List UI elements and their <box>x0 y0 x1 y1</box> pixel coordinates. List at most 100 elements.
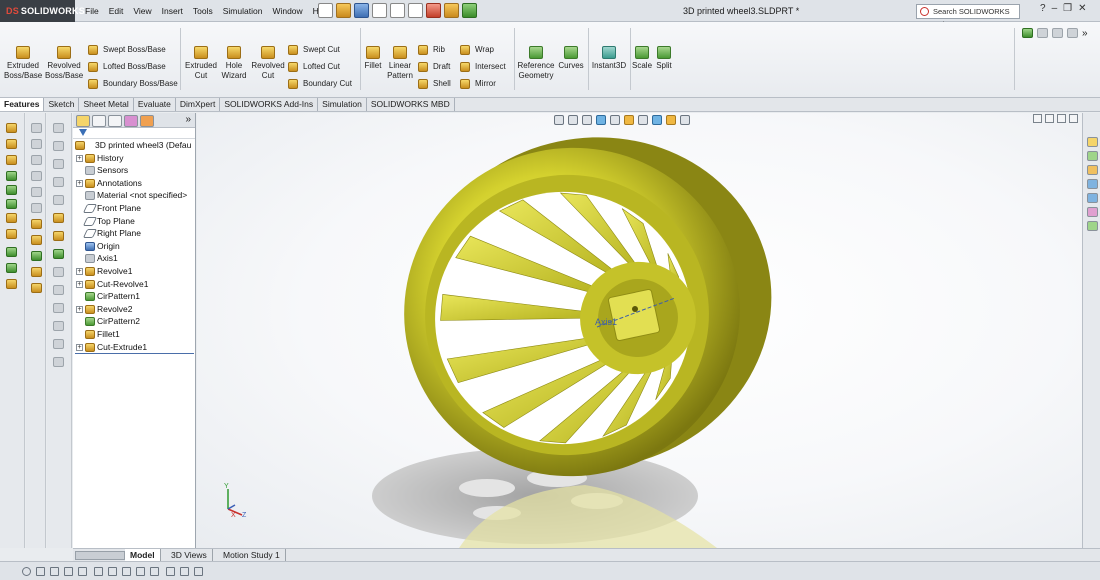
toolbar-feature-icon[interactable] <box>6 229 17 239</box>
point-sketch-icon[interactable] <box>150 567 159 576</box>
save-icon[interactable] <box>354 3 369 18</box>
tree-item-cut-extrude1[interactable]: + Cut-Extrude1 <box>73 341 195 354</box>
menu-file[interactable]: File <box>80 0 104 22</box>
scale-button[interactable]: Scale <box>632 46 652 71</box>
solidworks-resources-icon[interactable] <box>1087 137 1098 147</box>
menu-simulation[interactable]: Simulation <box>218 0 268 22</box>
trim-sketch-icon[interactable] <box>64 567 73 576</box>
offset-sketch-icon[interactable] <box>94 567 103 576</box>
swept-cut-button[interactable]: Swept Cut <box>288 44 340 56</box>
tree-item-right-plane[interactable]: Right Plane <box>73 227 195 240</box>
relation-sketch-icon[interactable] <box>136 567 145 576</box>
file-properties-icon[interactable] <box>444 3 459 18</box>
toolbar-tool-icon[interactable] <box>53 303 64 313</box>
tree-item-cirpattern1[interactable]: CirPattern1 <box>73 290 195 303</box>
rollback-bar[interactable] <box>75 353 194 354</box>
toolbar-tool-icon[interactable] <box>53 249 64 259</box>
tile-icon[interactable] <box>1052 28 1063 38</box>
toolbar-tool-icon[interactable] <box>53 285 64 295</box>
toolbar-tool-icon[interactable] <box>53 177 64 187</box>
window-icon[interactable] <box>1067 28 1078 38</box>
zoom-icon[interactable] <box>1022 28 1033 38</box>
toolbar-tool-icon[interactable] <box>53 321 64 331</box>
grid-sketch-icon[interactable] <box>166 567 175 576</box>
tree-item-annotations[interactable]: + Annotations <box>73 177 195 190</box>
toolbar-sketch-icon[interactable] <box>31 171 42 181</box>
tab-sketch[interactable]: Sketch <box>44 98 80 111</box>
toolbar-sketch-icon[interactable] <box>31 251 42 261</box>
display-manager-tab-icon[interactable] <box>140 115 154 127</box>
wheel-model[interactable]: Axis1 Y X Z <box>197 113 1082 548</box>
toolbar-feature-icon[interactable] <box>6 279 17 289</box>
tree-item-revolve1[interactable]: + Revolve1 <box>73 265 195 278</box>
wrap-button[interactable]: Wrap <box>460 44 494 56</box>
toolbar-sketch-icon[interactable] <box>31 203 42 213</box>
boundary-cut-button[interactable]: Boundary Cut <box>288 78 352 90</box>
toolbar-tool-icon[interactable] <box>53 213 64 223</box>
tab-sheet-metal[interactable]: Sheet Metal <box>79 98 134 111</box>
circle-sketch-icon[interactable] <box>22 567 31 576</box>
tab-features[interactable]: Features <box>0 98 45 111</box>
tree-item-sensors[interactable]: Sensors <box>73 164 195 177</box>
instant3d-button[interactable]: Instant3D <box>590 46 628 71</box>
linear-pattern-button[interactable]: Linear Pattern <box>385 46 415 81</box>
design-library-icon[interactable] <box>1087 151 1098 161</box>
lofted-boss-button[interactable]: Lofted Boss/Base <box>88 61 166 73</box>
options-icon[interactable] <box>462 3 477 18</box>
tree-item-cut-revolve1[interactable]: + Cut-Revolve1 <box>73 278 195 291</box>
toolbar-tool-icon[interactable] <box>53 267 64 277</box>
expand-chevron-icon[interactable]: » <box>1082 28 1088 39</box>
minimize-icon[interactable]: – <box>1052 3 1058 14</box>
line-sketch-icon[interactable] <box>36 567 45 576</box>
rib-button[interactable]: Rib <box>418 44 445 56</box>
extruded-cut-button[interactable]: Extruded Cut <box>184 46 218 81</box>
property-manager-tab-icon[interactable] <box>92 115 106 127</box>
extruded-boss-button[interactable]: Extruded Boss/Base <box>4 46 42 81</box>
toolbar-feature-icon[interactable] <box>6 247 17 257</box>
expand-toggle-icon[interactable]: + <box>76 179 83 187</box>
toolbar-feature-icon[interactable] <box>6 155 17 165</box>
quick-snap-icon[interactable] <box>194 567 203 576</box>
configuration-manager-tab-icon[interactable] <box>108 115 122 127</box>
reference-geometry-button[interactable]: Reference Geometry <box>516 46 556 81</box>
new-document-icon[interactable] <box>318 3 333 18</box>
rebuild-icon[interactable] <box>426 3 441 18</box>
menu-edit[interactable]: Edit <box>104 0 129 22</box>
tab-dimxpert[interactable]: DimXpert <box>176 98 221 111</box>
tree-item-front-plane[interactable]: Front Plane <box>73 202 195 215</box>
graphics-area[interactable]: Axis1 Y X Z <box>197 113 1082 548</box>
tree-item-cirpattern2[interactable]: CirPattern2 <box>73 315 195 328</box>
mirror-button[interactable]: Mirror <box>460 78 496 90</box>
tree-root-part[interactable]: 3D printed wheel3 (Defau <box>73 139 195 152</box>
select-icon[interactable] <box>408 3 423 18</box>
fillet-button[interactable]: Fillet <box>362 46 384 71</box>
appearances-icon[interactable] <box>1087 193 1098 203</box>
tree-item-history[interactable]: + History <box>73 152 195 165</box>
toolbar-tool-icon[interactable] <box>53 339 64 349</box>
revolved-boss-button[interactable]: Revolved Boss/Base <box>45 46 83 81</box>
tree-filter[interactable] <box>73 128 195 139</box>
view-palette-icon[interactable] <box>1087 179 1098 189</box>
tab-mbd[interactable]: SOLIDWORKS MBD <box>367 98 455 111</box>
toolbar-tool-icon[interactable] <box>53 123 64 133</box>
close-icon[interactable]: ✕ <box>1078 3 1086 14</box>
expand-toggle-icon[interactable]: + <box>76 267 83 275</box>
toolbar-feature-icon[interactable] <box>6 139 17 149</box>
menu-tools[interactable]: Tools <box>188 0 218 22</box>
polygon-sketch-icon[interactable] <box>78 567 87 576</box>
tab-simulation[interactable]: Simulation <box>318 98 367 111</box>
restore-icon[interactable]: ❐ <box>1063 3 1072 14</box>
menu-insert[interactable]: Insert <box>157 0 188 22</box>
dimension-sketch-icon[interactable] <box>122 567 131 576</box>
toolbar-sketch-icon[interactable] <box>31 235 42 245</box>
help-search-input[interactable]: Search SOLIDWORKS Help <box>916 4 1020 29</box>
undo-icon[interactable] <box>390 3 405 18</box>
toolbar-tool-icon[interactable] <box>53 231 64 241</box>
toolbar-sketch-icon[interactable] <box>31 187 42 197</box>
toolbar-tool-icon[interactable] <box>53 357 64 367</box>
feature-manager-tab-icon[interactable] <box>76 115 90 127</box>
expand-chevron-icon[interactable]: » <box>185 114 191 125</box>
expand-toggle-icon[interactable]: + <box>76 343 83 351</box>
toolbar-sketch-icon[interactable] <box>31 139 42 149</box>
copy-icon[interactable] <box>1037 28 1048 38</box>
